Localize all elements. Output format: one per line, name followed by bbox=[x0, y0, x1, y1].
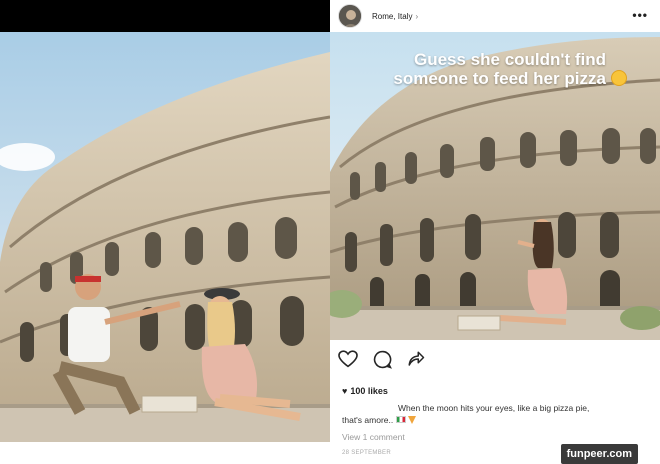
share-icon-svg bbox=[408, 351, 425, 366]
post-header: Rome, Italy › ••• bbox=[330, 0, 660, 32]
comment-icon-svg bbox=[373, 350, 392, 369]
location-link[interactable]: Rome, Italy bbox=[372, 12, 412, 21]
post-date: 28 SEPTEMBER bbox=[342, 450, 391, 456]
overlay-text: Guess she couldn't find someone to feed … bbox=[393, 50, 606, 88]
page: Rome, Italy › ••• Guess she couldn't fin… bbox=[0, 0, 660, 464]
heart-icon-svg bbox=[338, 350, 358, 368]
instagram-post: Rome, Italy › ••• Guess she couldn't fin… bbox=[330, 0, 660, 464]
left-panel bbox=[0, 0, 330, 464]
caption-line-2: that's amore.. bbox=[342, 415, 394, 425]
caption-line-1: When the moon hits your eyes, like a big… bbox=[398, 403, 590, 413]
small-heart-icon: ♥ bbox=[342, 386, 348, 396]
avatar-image bbox=[339, 5, 361, 27]
watermark: funpeer.com bbox=[560, 444, 638, 464]
avatar[interactable] bbox=[338, 4, 362, 28]
caption-overlay: Guess she couldn't find someone to feed … bbox=[380, 50, 640, 88]
likes-count[interactable]: ♥ 100 likes bbox=[342, 386, 388, 396]
grimacing-emoji-icon bbox=[610, 70, 627, 86]
post-caption: When the moon hits your eyes, like a big… bbox=[342, 402, 642, 426]
colosseum-couple-photo bbox=[0, 32, 330, 442]
left-bottom-strip bbox=[0, 442, 330, 464]
comment-icon[interactable] bbox=[372, 349, 392, 369]
chevron-right-icon: › bbox=[415, 11, 419, 21]
left-photo bbox=[0, 32, 330, 442]
likes-text: 100 likes bbox=[350, 386, 388, 396]
view-comments-link[interactable]: View 1 comment bbox=[342, 432, 405, 442]
more-options-icon[interactable]: ••• bbox=[632, 8, 648, 22]
share-icon[interactable] bbox=[406, 349, 426, 369]
pizza-slice-icon bbox=[407, 416, 416, 424]
post-actions bbox=[330, 346, 660, 372]
italian-flag-icon bbox=[395, 416, 406, 423]
post-photo: Guess she couldn't find someone to feed … bbox=[330, 32, 660, 340]
heart-icon[interactable] bbox=[338, 349, 358, 369]
